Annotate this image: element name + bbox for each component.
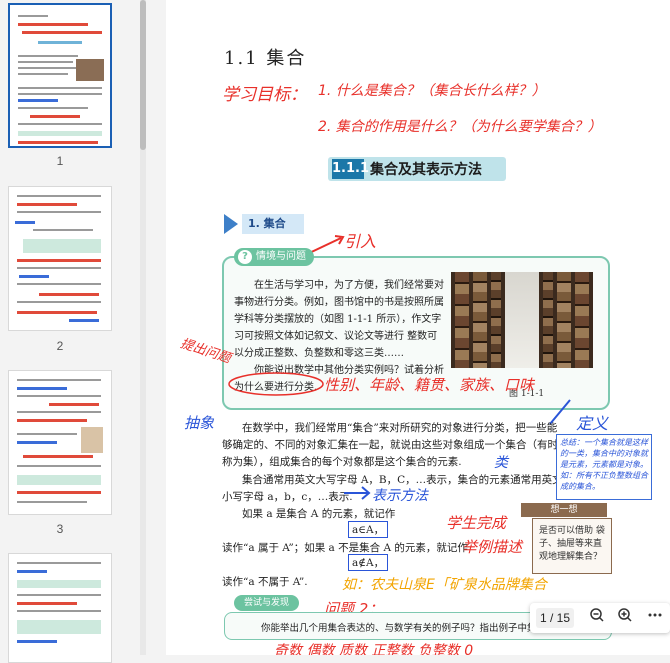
hand-abstract: 抽象 — [184, 414, 215, 432]
page-thumbnail-2[interactable] — [8, 186, 112, 331]
body-line-6: 如果 a 是集合 A 的元素，就记作 — [242, 508, 396, 520]
body-line-7: 读作“a 属于 A”；如果 a 不是集合 A 的元素，就记作 — [222, 542, 468, 554]
try-tag: 尝试与发现 — [234, 595, 300, 611]
hand-arrow-repr — [344, 486, 371, 500]
thumbnail-sidebar: 1 2 3 — [0, 0, 148, 663]
try-text: 你能举出几个用集合表达的、与数学有关的例子吗？指出例子中集 — [261, 623, 537, 634]
tag-arrow-icon — [224, 214, 238, 234]
page-toolbar: 1 / 15 — [530, 603, 670, 633]
formula-notin: a∉A， — [348, 554, 389, 571]
hand-example-text: 如：农夫山泉E「矿泉水品牌集合 — [342, 577, 547, 593]
zoom-in-icon[interactable] — [614, 607, 636, 629]
hand-objective-2: 2. 集合的作用是什么？（为什么要学集合？） — [318, 119, 602, 135]
sidebar-scrollbar-thumb[interactable] — [140, 0, 146, 150]
page-number-2: 2 — [56, 339, 64, 353]
body-line-2: 够确定的、不同的对象汇集在一起，就说由这些对象组成一个集合（有时简 — [222, 439, 569, 451]
page-thumbnail-3[interactable] — [8, 370, 112, 515]
zoom-out-icon[interactable] — [586, 607, 608, 629]
document-page: 1.1 集合 学习目标： 1. 什么是集合？（集合长什么样？） 2. 集合的作用… — [166, 0, 670, 655]
panel-line-5: 以分成正整数、负整数和零这三类…… — [234, 348, 404, 359]
hand-intro: 引入 — [344, 232, 377, 251]
page-number-3: 3 — [56, 522, 64, 536]
summary-note-text: 总结：一个集合就是这样的一类，集合中的对象就是元素，元素都是对象。如：所有不正负… — [560, 438, 648, 491]
body-line-1: 在数学中，我们经常用“集合”来对所研究的对象进行分类，把一些能 — [242, 422, 558, 434]
page-number-1: 1 — [56, 154, 64, 168]
section-banner: 1.1.1 集合及其表示方法 — [328, 157, 506, 181]
subsection-tag-label: 1. 集合 — [242, 214, 304, 234]
hand-definition: 定义 — [576, 414, 609, 433]
situation-tag-label: 情境与问题 — [256, 251, 306, 262]
panel-line-4: 习可按照文体如记叙文、议论文等进行 整数可 — [234, 331, 438, 342]
page-thumbnail-4[interactable] — [8, 553, 112, 663]
body-line-8: 读作“a 不属于 A”. — [222, 576, 308, 588]
think-box: 是否可以借助 袋子、抽屉等来直 观地理解集合？ — [532, 518, 612, 574]
hand-class: 类 — [494, 455, 508, 471]
banner-title: 集合及其表示方法 — [370, 162, 482, 178]
hand-bottom: 奇数 偶数 质数 正整数 负整数 0 — [274, 643, 474, 655]
page-thumbnail-1[interactable] — [8, 3, 112, 148]
formula-in: a∈A， — [348, 521, 389, 538]
panel-line-2: 事物进行分类。例如，图书馆中的书是按照所属 — [234, 297, 444, 308]
page-indicator[interactable]: 1 / 15 — [536, 608, 574, 628]
more-icon[interactable] — [644, 607, 666, 629]
summary-note: 总结：一个集合就是这样的一类，集合中的对象就是元素，元素都是对象。如：所有不正负… — [556, 434, 652, 500]
hand-student: 学生完成 — [446, 514, 507, 532]
banner-number: 1.1.1 — [332, 159, 369, 179]
think-label: 想一想 — [521, 503, 607, 517]
body-line-3: 称为集），组成集合的每个对象都是这个集合的元素. — [222, 456, 462, 468]
subsection-tag: 1. 集合 — [224, 214, 304, 234]
section-title: 1.1 集合 — [224, 48, 307, 69]
hand-repr: 表示方法 — [372, 488, 428, 504]
situation-tag: ? 情境与问题 — [234, 248, 314, 266]
body-line-5: 小写字母 a，b，c，…表示. — [222, 491, 353, 503]
hand-objective-1: 1. 什么是集合？（集合长什么样？） — [318, 83, 546, 99]
hand-example: 举例描述 — [462, 538, 523, 556]
hand-circle-question — [228, 372, 324, 396]
library-photo — [451, 272, 593, 368]
think-text: 是否可以借助 袋子、抽屉等来直 观地理解集合？ — [539, 526, 605, 562]
hand-objective-label: 学习目标： — [222, 85, 307, 105]
question-icon: ? — [238, 250, 252, 264]
hand-answers: 性别、年龄、籍贯、家族、口味 — [324, 376, 535, 394]
panel-line-1: 在生活与学习中，为了方便，我们经常要对 — [254, 280, 444, 291]
panel-line-3: 学科等分类摆放的（如图 1-1-1 所示），作文字 — [234, 314, 442, 325]
